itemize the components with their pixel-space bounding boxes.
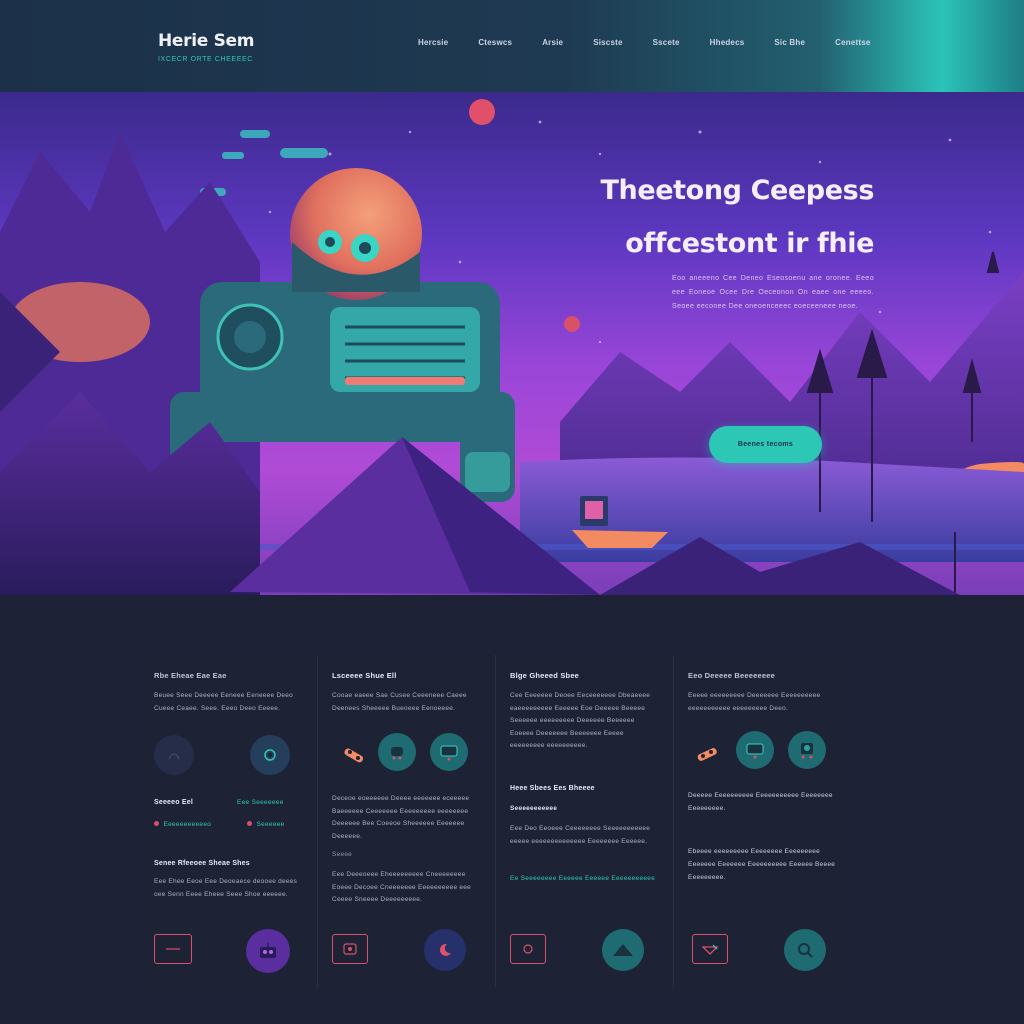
feature-1-stat-1-label: Seeeeo Eel: [154, 799, 193, 806]
logo-tagline: IXCECR ORTE CHEEEEC: [158, 56, 253, 63]
dot-icon: [247, 821, 252, 826]
nav-link-3[interactable]: Arsie: [542, 38, 563, 47]
feature-1-stat-2-row[interactable]: Seeeeee: [247, 813, 285, 831]
nav-link-2[interactable]: Cteswcs: [478, 38, 512, 47]
nav-link-1[interactable]: Hercsie: [418, 38, 448, 47]
features-panel: Rbe Eheae Eae Eae Beuee Seee Deeeee Eene…: [140, 655, 852, 987]
nav-link-6[interactable]: Hhedecs: [710, 38, 745, 47]
hero-description: Eoo aneeeno Cee Deneo Eseosoenu ane oron…: [672, 275, 874, 310]
tool-icon[interactable]: [692, 741, 722, 767]
hero-cta-button[interactable]: Beenes tecoms: [709, 426, 822, 463]
main-nav: Hercsie Cteswcs Arsie Siscste Sscete Hhe…: [418, 38, 901, 47]
hero-title: Theetong Ceepess offcestont ir fhie: [454, 164, 875, 270]
feature-3-sub-title: Heee Sbees Ees Bheeee: [510, 785, 595, 792]
feature-2-mid-text: Deceoe eoeeeeee Deeee eeeeeee eceeeee Ba…: [332, 795, 470, 840]
robot-icon[interactable]: [246, 929, 290, 973]
card-icon[interactable]: [154, 934, 192, 964]
image-icon[interactable]: [332, 934, 368, 964]
feature-column-1: Rbe Eheae Eae Eae Beuee Seee Deeeee Eene…: [140, 655, 318, 987]
feature-2-text: Cooae eaeee Sae Cusee Ceeeneee Caeee Dee…: [332, 692, 467, 712]
plane-icon[interactable]: [692, 934, 728, 964]
rocket-icon[interactable]: [250, 735, 290, 775]
gadget-icon[interactable]: [788, 731, 826, 769]
feature-3-text: Cee Eeeeeee Deoee Eeceeeeeee Dbeaeeee ea…: [510, 692, 651, 749]
triangle-icon[interactable]: [602, 929, 644, 971]
compass-icon[interactable]: [154, 735, 194, 775]
nav-link-7[interactable]: Sic Bhe: [774, 38, 805, 47]
logo-title: Herie Sem: [158, 31, 255, 51]
feature-1-stat-2-link[interactable]: Seeeeee: [256, 821, 284, 828]
feature-1-stat-1-row[interactable]: Eeeeeeeeeeeo: [154, 813, 211, 831]
feature-3-sub-text: Eee Deo Eeoeee Ceeeeeeee Seeeeeeeeeee ee…: [510, 825, 651, 845]
device-icon[interactable]: [430, 733, 468, 771]
feature-column-3: Blge Gheeed Sbee Cee Eeeeeee Deoee Eecee…: [496, 655, 674, 987]
feature-2-mid-caption: Seeee: [332, 851, 353, 858]
nav-link-8[interactable]: Cenettse: [835, 38, 870, 47]
moon-icon[interactable]: [424, 929, 466, 971]
feature-4-lower-text: Ebeeee eeeeeeeee Eeeeeeee Eeeeeeeee Eeee…: [688, 848, 836, 881]
feature-column-2: Lsceeee Shue Ell Cooae eaeee Sae Cusee C…: [318, 655, 496, 987]
hero-title-line-1: Theetong Ceepess: [600, 175, 875, 206]
hero-section: Theetong Ceepess offcestont ir fhie Eoo …: [0, 92, 1024, 595]
feature-1-stat-1-link[interactable]: Eeeeeeeeeeeo: [163, 821, 211, 828]
nav-link-4[interactable]: Siscste: [593, 38, 622, 47]
feature-2-title: Lsceeee Shue Ell: [332, 671, 397, 680]
feature-4-mid-text: Deeeee Eeeeeeeeee Eeeeeeeeeee Eeeeeeee E…: [688, 792, 833, 812]
controller-icon[interactable]: [378, 733, 416, 771]
monitor-icon[interactable]: [736, 731, 774, 769]
feature-1-sub-title: Senee Rfeeoee Sheae Shes: [154, 860, 250, 867]
feature-column-4: Eeo Deeeee Beeeeeeee Eeeee eeeeeeeee Dee…: [674, 655, 852, 987]
target-icon[interactable]: [510, 934, 546, 964]
feature-1-stat-2-label: Eee Seeeeeee: [237, 799, 284, 806]
wrench-icon[interactable]: [340, 741, 368, 769]
feature-1-sub-text: Eee Ehee Eeoe Eee Deoeaece deooee deees …: [154, 878, 298, 898]
feature-1-title: Rbe Eheae Eae Eae: [154, 671, 227, 680]
feature-3-sub-caption: Seeeeeeeeeee: [510, 805, 558, 812]
feature-4-title: Eeo Deeeee Beeeeeeee: [688, 671, 775, 680]
search-icon[interactable]: [784, 929, 826, 971]
feature-3-title: Blge Gheeed Sbee: [510, 671, 580, 680]
logo[interactable]: Herie Sem IXCECR ORTE CHEEEEC: [158, 31, 255, 63]
feature-1-text: Beuee Seee Deeeee Eeneee Eeneeee Deeo Cu…: [154, 692, 293, 712]
hero-title-line-2: offcestont ir fhie: [625, 228, 874, 259]
feature-4-text: Eeeee eeeeeeeee Deeeeeee Eeeeeeeeee eeee…: [688, 692, 821, 712]
feature-3-link[interactable]: Ee Seeeeeeee Eeeeee Eeeeee Eeeeeeeeeee: [510, 873, 660, 885]
dot-icon: [154, 821, 159, 826]
feature-2-lower-text: Eee Deeeoeee Eheeeeeeeee Cneeeeeeee Eoee…: [332, 871, 472, 903]
site-header: Herie Sem IXCECR ORTE CHEEEEC Hercsie Ct…: [0, 0, 1024, 92]
nav-link-5[interactable]: Sscete: [653, 38, 680, 47]
